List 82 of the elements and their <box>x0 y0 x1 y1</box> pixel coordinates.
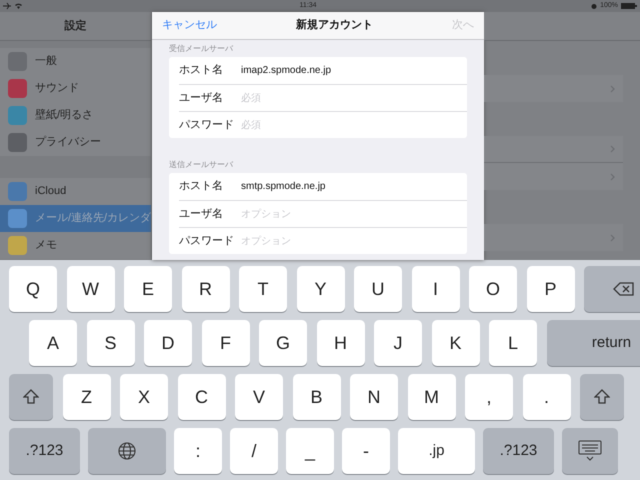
sidebar-item[interactable]: 一般 <box>0 48 151 75</box>
input-field[interactable]: imap2.spmode.ne.jp <box>241 63 467 78</box>
key[interactable]: F <box>202 320 250 366</box>
key[interactable]: G <box>259 320 307 366</box>
key[interactable]: I <box>412 266 460 312</box>
key[interactable]: Q <box>9 266 57 312</box>
key[interactable]: / <box>230 428 278 474</box>
key[interactable]: V <box>235 374 283 420</box>
globe-icon <box>118 442 136 460</box>
key[interactable]: X <box>120 374 168 420</box>
shift-icon <box>594 389 610 405</box>
globe-key[interactable] <box>88 428 166 474</box>
numbers-key[interactable]: .?123 <box>483 428 554 474</box>
airplane-wifi-icon <box>3 2 25 10</box>
sidebar-item[interactable]: メモ <box>0 232 151 259</box>
field-label: ホスト名 <box>179 179 224 194</box>
key[interactable]: M <box>408 374 456 420</box>
sidebar-item[interactable]: iCloud <box>0 178 151 205</box>
key[interactable]: R <box>182 266 230 312</box>
key[interactable]: , <box>465 374 513 420</box>
field-label: ユーザ名 <box>179 206 224 222</box>
backspace-key[interactable] <box>584 266 640 312</box>
section-header: 送信メールサーバ <box>169 158 234 170</box>
key[interactable]: E <box>124 266 172 312</box>
dialog-title: 新規アカウント <box>296 18 373 34</box>
chevron-icon <box>610 84 615 92</box>
sidebar-title: 設定 <box>64 18 86 34</box>
key[interactable]: - <box>342 428 390 474</box>
key[interactable]: . <box>522 374 570 420</box>
key[interactable]: L <box>489 320 537 366</box>
shift-key[interactable] <box>580 374 624 420</box>
shift-icon <box>23 389 39 405</box>
input-field[interactable]: オプション <box>241 234 467 248</box>
chevron-icon <box>610 145 615 153</box>
key[interactable]: A <box>29 320 77 366</box>
key[interactable]: C <box>178 374 226 420</box>
sidebar-item-label: サウンド <box>35 81 79 96</box>
key[interactable]: O <box>469 266 517 312</box>
sidebar-item-label: 一般 <box>35 54 57 70</box>
shift-key[interactable] <box>9 374 53 420</box>
battery-icon <box>621 3 637 9</box>
key[interactable]: D <box>144 320 192 366</box>
numbers-key[interactable]: .?123 <box>9 428 80 474</box>
key[interactable]: S <box>86 320 134 366</box>
key[interactable]: B <box>292 374 340 420</box>
input-field[interactable]: 必須 <box>241 90 467 106</box>
section-header: 受信メールサーバ <box>169 42 234 54</box>
field-label: パスワード <box>179 118 235 133</box>
chevron-icon <box>610 172 615 180</box>
sidebar-item[interactable]: サウンド <box>0 75 151 102</box>
key[interactable]: _ <box>286 428 334 474</box>
key[interactable]: J <box>374 320 422 366</box>
field-label: ユーザ名 <box>179 90 224 106</box>
key[interactable]: Y <box>296 266 344 312</box>
input-field[interactable]: smtp.spmode.ne.jp <box>241 179 467 194</box>
cancel-button[interactable]: キャンセル <box>162 17 217 34</box>
field-label: ホスト名 <box>179 63 224 78</box>
key[interactable]: P <box>526 266 574 312</box>
input-field[interactable]: 必須 <box>241 118 467 132</box>
sidebar-item-label: iCloud <box>35 184 66 200</box>
sidebar-item-label: メール/連絡先/カレンダ <box>35 211 151 226</box>
chevron-icon <box>610 234 615 242</box>
key[interactable]: : <box>174 428 222 474</box>
input-field[interactable]: オプション <box>241 206 467 222</box>
sidebar-item-label: メモ <box>35 238 57 254</box>
sidebar-item[interactable]: 壁紙/明るさ <box>0 102 151 129</box>
sidebar-item[interactable]: プライバシー <box>0 129 151 156</box>
return-key[interactable]: return <box>546 320 640 366</box>
sidebar-item-label: 壁紙/明るさ <box>35 108 94 124</box>
field-label: パスワード <box>179 234 235 249</box>
key[interactable]: N <box>350 374 398 420</box>
key[interactable]: H <box>316 320 364 366</box>
key[interactable]: T <box>239 266 287 312</box>
key[interactable]: W <box>66 266 114 312</box>
key[interactable]: .jp <box>398 428 475 474</box>
key[interactable]: Z <box>62 374 110 420</box>
key[interactable]: K <box>432 320 480 366</box>
keyboard-hide-icon <box>578 440 602 462</box>
key[interactable]: U <box>354 266 402 312</box>
sidebar-item-label: プライバシー <box>35 134 101 150</box>
backspace-icon <box>612 282 634 296</box>
hide-keyboard-key[interactable] <box>562 428 618 474</box>
